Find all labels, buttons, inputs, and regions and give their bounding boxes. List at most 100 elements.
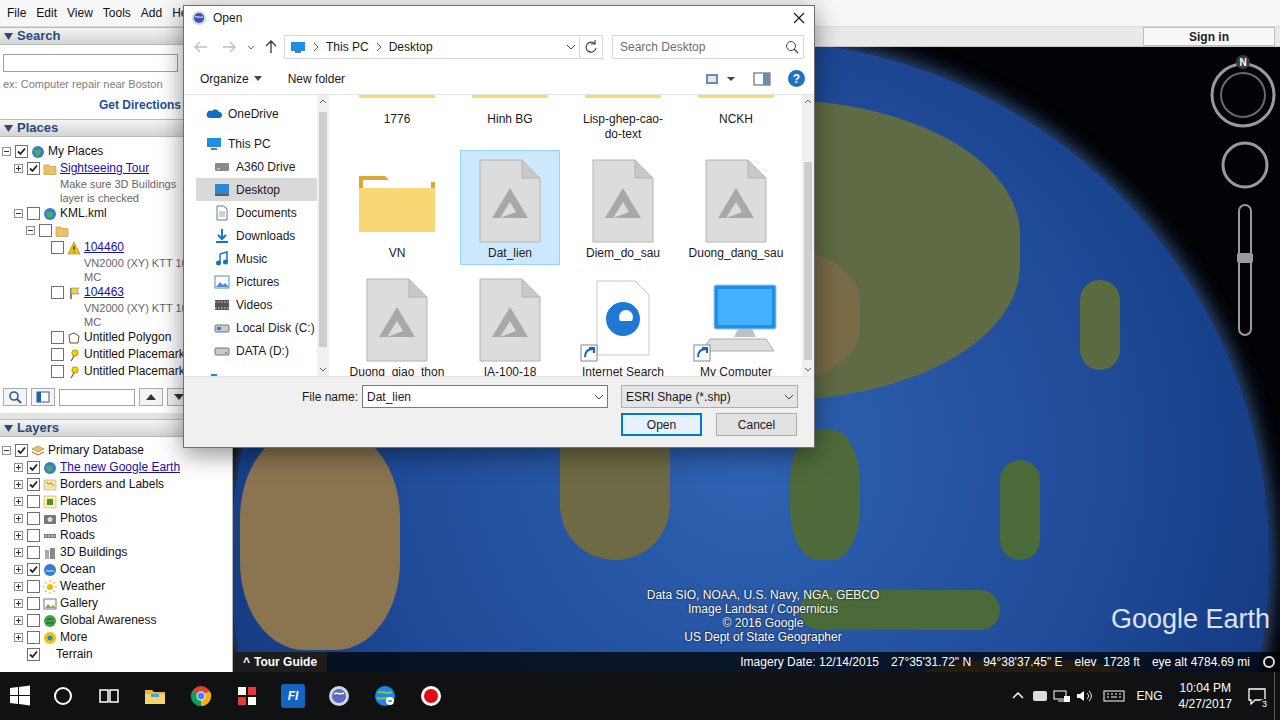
file-item[interactable]: VN [347,150,447,265]
checkbox[interactable] [27,162,40,175]
address-bar[interactable]: This PCDesktop [284,35,603,59]
tree-item[interactable]: Gallery [0,595,232,612]
file-item[interactable]: Hinh BG [460,95,560,146]
input-language[interactable]: ENG [1129,687,1171,705]
back-arrow-icon[interactable] [189,35,213,59]
tree-label[interactable]: Terrain [56,646,93,663]
tree-label[interactable]: More [60,629,87,646]
menu-item[interactable]: View [62,4,98,22]
checkbox[interactable] [27,529,40,542]
close-icon[interactable] [784,6,814,30]
magnifier-icon[interactable] [781,36,803,58]
forward-arrow-icon[interactable] [217,35,241,59]
breadcrumb[interactable]: This PC [326,38,369,56]
volume-icon[interactable] [1073,688,1095,704]
expander[interactable] [14,548,23,557]
nav-item[interactable]: Local Disk (C:) [196,316,317,339]
nav-item[interactable]: Desktop [196,178,317,201]
tree-label[interactable]: My Places [48,143,103,160]
clock[interactable]: 10:04 PM4/27/2017 [1171,680,1240,712]
panel-toggle-icon[interactable] [31,388,55,406]
checkbox[interactable] [27,512,40,525]
dialog-button[interactable]: Cancel [716,413,797,436]
menu-item[interactable]: Tools [98,4,136,22]
boxes-icon[interactable] [235,684,259,708]
tree-label[interactable]: Untitled Polygon [84,329,171,346]
tour-guide-label[interactable]: Tour Guide [254,653,317,671]
tree-label[interactable]: 104463 [84,284,188,301]
tree-label[interactable]: Photos [60,510,97,527]
file-item[interactable]: NCKH [686,95,786,146]
tree-item[interactable]: Roads [0,527,232,544]
navigation-controls-icon[interactable] [1208,55,1280,340]
file-item[interactable]: 1776 [347,95,447,146]
places-search-input[interactable] [59,389,135,406]
taskbar-app[interactable] [132,672,178,720]
tree-label[interactable]: Untitled Placemark [84,363,185,380]
expander[interactable] [14,209,23,218]
tree-item[interactable]: Borders and Labels [0,476,232,493]
expander[interactable] [14,616,23,625]
taskbar-app[interactable] [316,672,362,720]
file-type-filter[interactable]: ESRI Shape (*.shp) [621,385,798,408]
tree-label[interactable]: Roads [60,527,95,544]
dialog-search-input[interactable] [613,38,781,56]
expander[interactable] [14,480,23,489]
expander[interactable] [14,599,23,608]
address-dropdown-icon[interactable] [563,36,579,58]
file-item[interactable]: Duong_giao_thong [347,269,447,376]
nav-item[interactable]: A360 Drive [196,155,317,178]
tree-label[interactable]: Sightseeing Tour [60,160,176,177]
tour-guide-toggle[interactable]: ^ [243,653,250,671]
get-directions-link[interactable]: Get Directions [99,96,181,114]
tour-guide-button[interactable]: ^Tour Guide [233,652,327,672]
checkbox[interactable] [27,563,40,576]
collapse-triangle-icon[interactable] [4,124,13,133]
tree-label[interactable]: Weather [60,578,105,595]
file-item[interactable]: My Computer [686,269,786,376]
checkbox[interactable] [51,241,64,254]
search-icon[interactable] [3,388,27,406]
tree-label[interactable]: 104460 [84,239,188,256]
filter-dropdown-icon[interactable] [781,387,797,407]
combo-dropdown-icon[interactable] [591,387,607,407]
tree-item[interactable]: Terrain [0,646,232,663]
tree-label[interactable]: Primary Database [48,442,144,459]
dialog-button[interactable]: Open [621,413,702,436]
file-scrollbar[interactable] [802,95,814,376]
tree-item[interactable]: More [0,629,232,646]
preview-pane-icon[interactable] [752,71,772,87]
tree-label[interactable]: Global Awareness [60,612,157,629]
checkbox[interactable] [39,224,52,237]
taskbar-app[interactable] [408,672,454,720]
nav-item[interactable]: Videos [196,293,317,316]
tree-label[interactable]: Gallery [60,595,98,612]
explorer-icon[interactable] [143,684,167,708]
nav-item[interactable]: Downloads [196,224,317,247]
scroll-thumb[interactable] [319,112,327,347]
help-button[interactable]: ? [788,70,805,87]
checkbox[interactable] [15,444,28,457]
compass-north-label[interactable]: N [1236,55,1250,69]
checkbox[interactable] [27,648,40,661]
expander[interactable] [14,164,23,173]
scroll-up-icon[interactable] [802,95,814,107]
tree-label[interactable]: 3D Buildings [60,544,127,561]
taskbar-app[interactable] [224,672,270,720]
expander[interactable] [14,582,23,591]
checkbox[interactable] [27,461,40,474]
breadcrumb-chevron-icon[interactable] [372,42,386,52]
new-folder-button[interactable]: New folder [282,70,351,88]
checkbox[interactable] [51,365,64,378]
checkbox[interactable] [27,478,40,491]
nav-item[interactable]: This PC [196,132,317,155]
checkbox[interactable] [51,331,64,344]
expander[interactable] [14,514,23,523]
view-options-icon[interactable] [724,71,738,87]
action-center-button[interactable]: 3 [1240,672,1274,720]
tree-label[interactable]: Untitled Placemark [84,346,185,363]
tree-item[interactable]: Global Awareness [0,612,232,629]
nav-item[interactable]: OneDrive [196,102,317,125]
expander[interactable] [2,446,11,455]
nav-item[interactable]: DATA (D:) [196,339,317,362]
